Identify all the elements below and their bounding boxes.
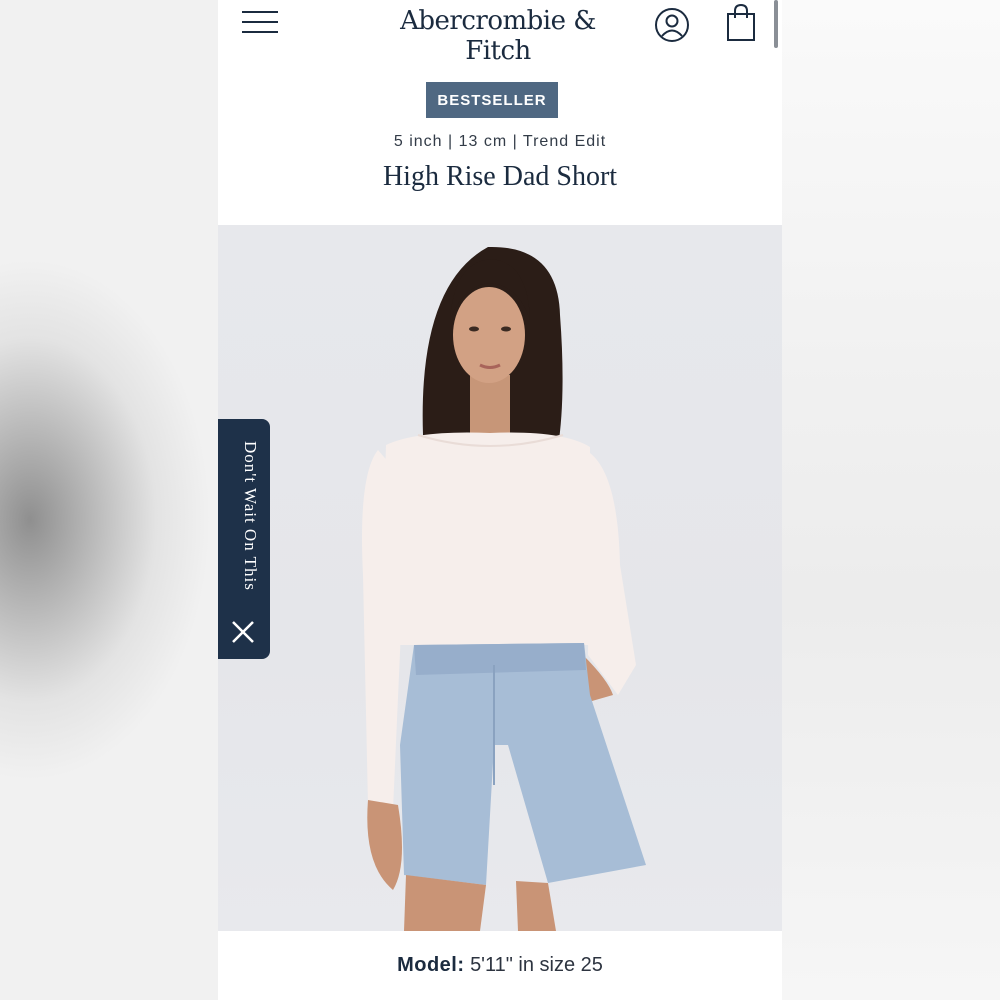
scrollbar[interactable] xyxy=(774,0,778,48)
background-blur-left xyxy=(0,0,218,1000)
model-info: Model: 5'11" in size 25 xyxy=(218,954,782,977)
brand-logo[interactable]: Abercrombie & Fitch xyxy=(378,6,618,66)
product-title: High Rise Dad Short xyxy=(382,161,618,192)
shopping-bag-icon[interactable] xyxy=(722,2,760,44)
promo-label[interactable]: Don't Wait On This xyxy=(230,441,260,601)
model-info-label: Model: xyxy=(397,954,465,976)
top-navigation-bar: Abercrombie & Fitch xyxy=(218,0,782,66)
bestseller-badge: BESTSELLER xyxy=(426,82,558,118)
product-page: Abercrombie & Fitch BESTSELLER 5 inch | … xyxy=(218,0,782,1000)
model-photo-illustration xyxy=(362,246,646,931)
product-image[interactable] xyxy=(218,225,782,931)
product-subtitle: 5 inch | 13 cm | Trend Edit xyxy=(393,133,607,150)
background-blur-right xyxy=(782,0,1000,1000)
account-icon[interactable] xyxy=(652,5,692,45)
promo-side-tab[interactable]: Don't Wait On This xyxy=(218,419,270,659)
hamburger-menu-icon[interactable] xyxy=(240,8,280,38)
close-icon[interactable] xyxy=(230,619,256,645)
model-info-details: 5'11" in size 25 xyxy=(470,954,603,976)
